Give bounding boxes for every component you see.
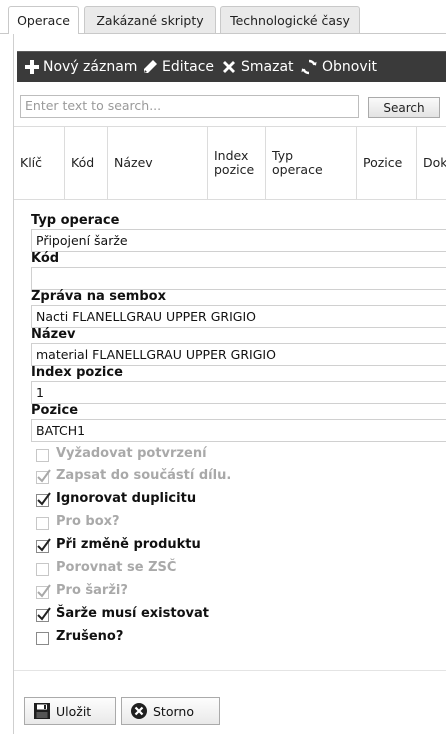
checkbox[interactable] (36, 538, 51, 553)
name-label: Název (31, 327, 76, 342)
index-label: Index pozice (31, 365, 123, 380)
checkbox-label: Zapsat do součástí dílu. (56, 468, 232, 483)
type-field[interactable]: Připojení šarže (31, 229, 446, 252)
column-label: Dok (423, 155, 446, 170)
checkbox-label: Pro box? (56, 514, 120, 529)
checkmark-icon (37, 538, 51, 552)
column-label: Index pozice (214, 148, 255, 177)
new-record-label: Nový záznam (43, 59, 138, 75)
column-header-dok[interactable]: Dok (417, 127, 446, 199)
save-button[interactable]: Uložit (24, 697, 116, 725)
tab-zakazane-skripty[interactable]: Zakázané skripty (84, 6, 216, 33)
cancel-label: Storno (153, 703, 194, 719)
pencil-icon (144, 60, 157, 73)
plus-icon (25, 60, 39, 74)
refresh-icon (301, 59, 317, 75)
save-label: Uložit (56, 703, 92, 719)
column-label: Pozice (363, 155, 403, 170)
message-field[interactable]: Nacti FLANELLGRAU UPPER GRIGIO (31, 305, 446, 328)
column-label: Typ operace (272, 148, 323, 177)
edit-label: Editace (162, 59, 215, 75)
search-button[interactable]: Search (368, 97, 440, 118)
floppy-disk-icon (34, 703, 50, 719)
tab-bar: Operace Zakázané skripty Technologické č… (0, 0, 446, 34)
name-field[interactable]: material FLANELLGRAU UPPER GRIGIO (31, 343, 446, 366)
checkbox-label[interactable]: Při změně produktu (56, 537, 201, 552)
checkbox (36, 563, 49, 576)
footer-divider (14, 670, 446, 671)
checkbox-label[interactable]: Zrušeno? (56, 629, 123, 644)
type-label: Typ operace (31, 213, 120, 228)
checkmark-icon (37, 607, 51, 621)
column-header-klic[interactable]: Klíč (14, 127, 65, 199)
checkbox[interactable] (36, 632, 49, 645)
column-label: Kód (71, 155, 95, 170)
position-label: Pozice (31, 403, 79, 418)
toolbar: Nový záznam Editace Smazat Obnovit (17, 51, 446, 82)
delete-button[interactable]: Smazat (221, 52, 294, 82)
tab-operace[interactable]: Operace (8, 6, 79, 34)
delete-label: Smazat (241, 59, 294, 75)
column-header-index-pozice[interactable]: Index pozice (208, 127, 266, 199)
column-header-nazev[interactable]: Název (108, 127, 208, 199)
cancel-circle-icon (131, 703, 147, 719)
grid-header: Klíč Kód Název Index pozice Typ operace … (14, 126, 446, 200)
tab-technologicke-casy[interactable]: Technologické časy (220, 6, 360, 33)
column-label: Klíč (20, 155, 43, 170)
cancel-button[interactable]: Storno (121, 697, 220, 725)
column-header-typ-operace[interactable]: Typ operace (266, 127, 357, 199)
checkmark-icon (37, 492, 51, 506)
new-record-button[interactable]: Nový záznam (25, 52, 137, 82)
index-field[interactable]: 1 (31, 381, 446, 404)
refresh-label: Obnovit (322, 59, 378, 75)
close-icon (223, 61, 235, 73)
edit-button[interactable]: Editace (142, 52, 214, 82)
checkbox (36, 449, 49, 462)
checkbox[interactable] (36, 607, 51, 622)
checkbox (36, 469, 51, 484)
checkbox-label: Pro šarži? (56, 583, 128, 598)
checkmark-icon (37, 469, 51, 483)
message-label: Zpráva na sembox (31, 289, 166, 304)
search-input[interactable]: Enter text to search... (20, 95, 359, 118)
checkbox-label[interactable]: Ignorovat duplicitu (56, 491, 196, 506)
column-header-pozice[interactable]: Pozice (357, 127, 417, 199)
position-field[interactable]: BATCH1 (31, 419, 446, 442)
checkbox (36, 517, 49, 530)
column-header-kod[interactable]: Kód (65, 127, 108, 199)
refresh-button[interactable]: Obnovit (300, 52, 377, 82)
column-label: Název (114, 155, 153, 170)
code-field[interactable] (31, 267, 446, 290)
checkbox-label[interactable]: Šarže musí existovat (56, 606, 209, 621)
checkbox-label: Porovnat se ZSČ (56, 560, 177, 575)
checkmark-icon (37, 584, 51, 598)
code-label: Kód (31, 251, 60, 266)
checkbox[interactable] (36, 492, 51, 507)
checkbox-label: Vyžadovat potvrzení (56, 446, 207, 461)
checkbox (36, 584, 51, 599)
